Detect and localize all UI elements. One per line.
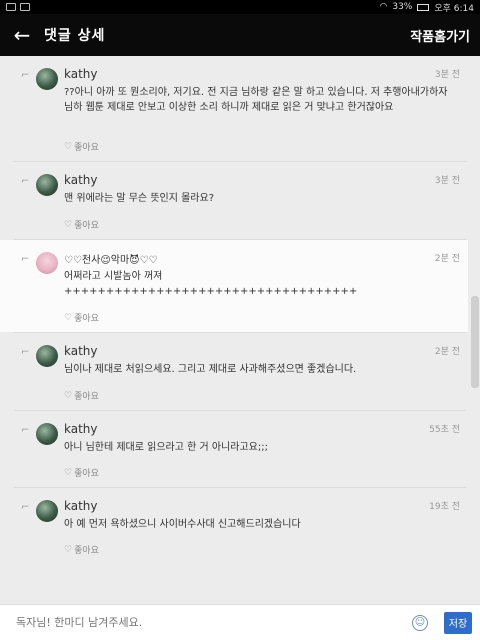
- comment-text: 어쩌라고 시발놈아 꺼져 +++++++++++++++++++++++++++…: [64, 271, 358, 297]
- heart-icon: ♡: [64, 544, 73, 555]
- status-notification-icons: [6, 3, 30, 11]
- more-options-icon[interactable]: ⌐: [21, 254, 29, 265]
- avatar[interactable]: [36, 345, 58, 367]
- more-options-icon[interactable]: ⌐: [21, 176, 29, 187]
- avatar[interactable]: [36, 252, 58, 274]
- scrollbar[interactable]: [471, 296, 479, 388]
- like-label: 좋아요: [74, 469, 99, 479]
- heart-icon: ♡: [64, 467, 73, 478]
- comment-time: 55초 전: [429, 425, 460, 435]
- app-bar: ← 댓글 상세 작품홈가기: [0, 14, 480, 56]
- avatar[interactable]: [36, 423, 58, 445]
- like-label: 좋아요: [74, 546, 99, 556]
- comment-text: 맨 위에라는 말 무슨 뜻인지 몰라요?: [64, 193, 215, 204]
- gallery-icon: [6, 3, 16, 11]
- like-button[interactable]: ♡ 좋아요: [64, 389, 99, 403]
- battery-percent: 33%: [392, 2, 413, 12]
- emoji-icon[interactable]: ☺: [412, 614, 428, 631]
- comment-item: ⌐ kathy 19초 전 아 예 먼저 욕하셨으니 사이버수사대 신고해드리겠…: [0, 488, 468, 564]
- save-button[interactable]: 저장: [444, 611, 472, 634]
- comment-author[interactable]: ♡♡천사😉악마😈♡♡: [64, 251, 158, 266]
- comment-author[interactable]: kathy: [64, 67, 98, 81]
- comment-author[interactable]: kathy: [64, 499, 98, 513]
- wifi-icon: ◠: [379, 2, 388, 12]
- comment-input[interactable]: [16, 616, 406, 629]
- heart-icon: ♡: [64, 141, 73, 152]
- comment-time: 3분 전: [434, 70, 460, 80]
- comment-text: 님이나 제대로 처읽으세요. 그리고 제대로 사과해주셨으면 좋겠습니다.: [64, 364, 357, 375]
- more-options-icon[interactable]: ⌐: [21, 425, 29, 436]
- status-right: ◠ 33% 오후 6:14: [379, 1, 474, 14]
- comment-text: 아 예 먼저 욕하셨으니 사이버수사대 신고해드리겠습니다: [64, 519, 301, 530]
- more-options-icon[interactable]: ⌐: [21, 502, 29, 513]
- avatar[interactable]: [36, 68, 58, 90]
- comment-item: ⌐ kathy 3분 전 ??아니 아까 또 뭔소리야, 저기요. 전 지금 님…: [0, 56, 468, 161]
- comment-text: ??아니 아까 또 뭔소리야, 저기요. 전 지금 님하랑 같은 말 하고 있습…: [64, 87, 448, 113]
- comment-input-bar: ☺ 저장: [0, 604, 480, 640]
- like-button[interactable]: ♡ 좋아요: [64, 311, 99, 325]
- heart-icon: ♡: [64, 219, 73, 230]
- like-label: 좋아요: [74, 221, 99, 231]
- comment-time: 19초 전: [429, 502, 460, 512]
- comment-time: 2분 전: [434, 347, 460, 357]
- back-arrow-icon[interactable]: ←: [0, 14, 44, 56]
- page-title: 댓글 상세: [44, 28, 106, 44]
- heart-icon: ♡: [64, 312, 73, 323]
- like-label: 좋아요: [74, 314, 99, 324]
- youtube-icon: [20, 3, 30, 11]
- like-label: 좋아요: [74, 143, 99, 153]
- go-to-work-home-button[interactable]: 작품홈가기: [410, 26, 470, 45]
- clock: 오후 6:14: [434, 3, 474, 14]
- more-options-icon[interactable]: ⌐: [21, 70, 29, 81]
- like-button[interactable]: ♡ 좋아요: [64, 140, 99, 154]
- more-options-icon[interactable]: ⌐: [21, 347, 29, 358]
- comment-item: ⌐ kathy 55초 전 아니 님한테 제대로 읽으라고 한 거 아니라고요;…: [0, 411, 468, 487]
- comment-item: ⌐ kathy 3분 전 맨 위에라는 말 무슨 뜻인지 몰라요? ♡ 좋아요: [0, 162, 468, 239]
- comment-item: ⌐ kathy 2분 전 님이나 제대로 처읽으세요. 그리고 제대로 사과해주…: [0, 333, 468, 410]
- comment-author[interactable]: kathy: [64, 173, 98, 187]
- comment-item: ⌐ ♡♡천사😉악마😈♡♡ 2분 전 어쩌라고 시발놈아 꺼져 +++++++++…: [0, 240, 468, 332]
- battery-icon: [417, 3, 430, 11]
- comment-list[interactable]: ⌐ kathy 3분 전 ??아니 아까 또 뭔소리야, 저기요. 전 지금 님…: [0, 56, 480, 604]
- like-button[interactable]: ♡ 좋아요: [64, 543, 99, 557]
- avatar[interactable]: [36, 174, 58, 196]
- comment-author[interactable]: kathy: [64, 422, 98, 436]
- heart-icon: ♡: [64, 390, 73, 401]
- status-bar: ◠ 33% 오후 6:14: [0, 0, 480, 14]
- like-button[interactable]: ♡ 좋아요: [64, 466, 99, 480]
- like-label: 좋아요: [74, 392, 99, 402]
- comment-author[interactable]: kathy: [64, 344, 98, 358]
- comment-text: 아니 님한테 제대로 읽으라고 한 거 아니라고요;;;: [64, 442, 268, 453]
- comment-time: 3분 전: [434, 176, 460, 186]
- avatar[interactable]: [36, 500, 58, 522]
- comment-time: 2분 전: [434, 254, 460, 264]
- like-button[interactable]: ♡ 좋아요: [64, 218, 99, 232]
